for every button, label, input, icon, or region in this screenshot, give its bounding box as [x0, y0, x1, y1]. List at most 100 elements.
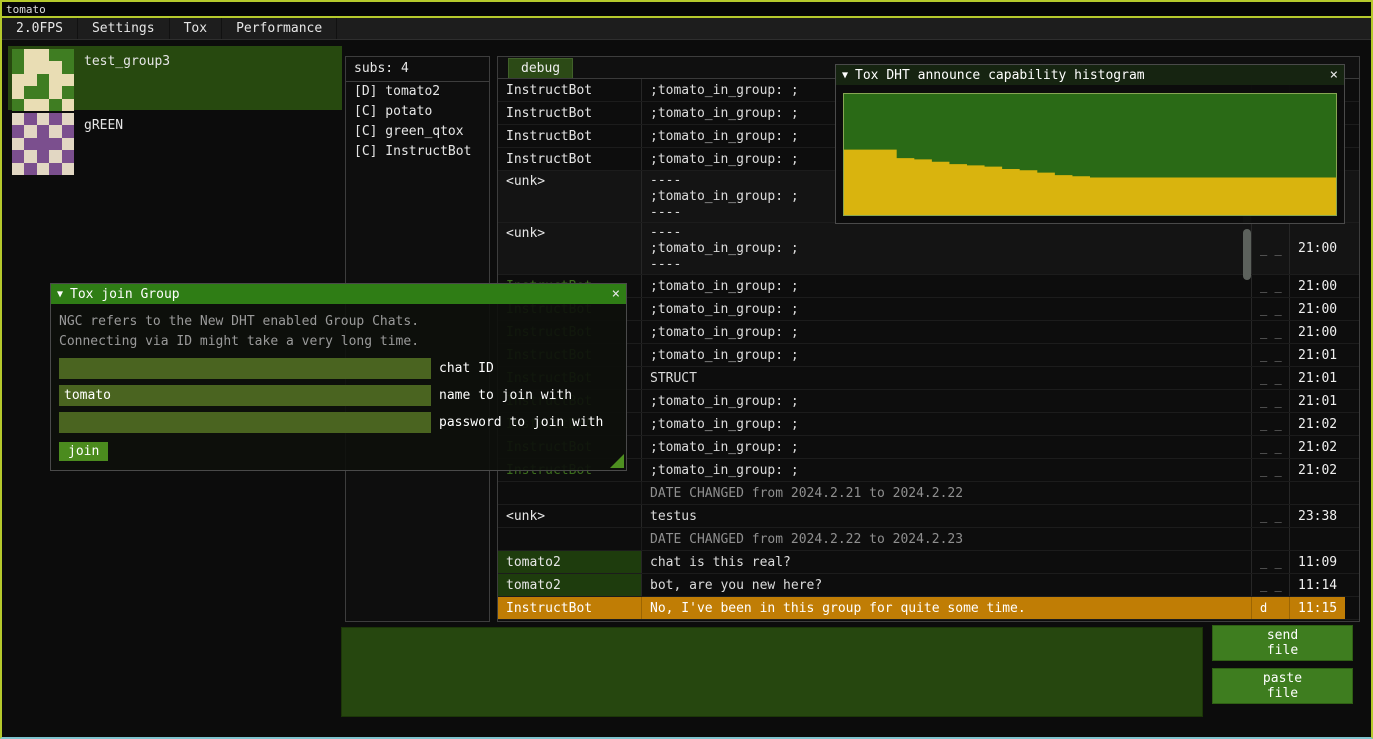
chat-row[interactable]: InstructBot;tomato_in_group: ;_ _21:02 — [498, 459, 1359, 482]
message-status: d — [1251, 597, 1289, 619]
join-name-input[interactable] — [59, 385, 431, 406]
message-time: 21:00 — [1289, 298, 1345, 320]
message-text: No, I've been in this group for quite so… — [641, 597, 1251, 619]
chat-system-row: DATE CHANGED from 2024.2.22 to 2024.2.23 — [498, 528, 1359, 551]
message-status: _ _ — [1251, 344, 1289, 366]
group-item-green[interactable]: gREEN — [8, 110, 342, 174]
subscriber-item[interactable]: [D] tomato2 — [346, 82, 489, 102]
group-item-test_group3[interactable]: test_group3 — [8, 46, 342, 110]
message-scrollbar[interactable] — [1243, 229, 1251, 280]
message-text: STRUCT — [641, 367, 1251, 389]
row-spacer — [1345, 223, 1359, 274]
message-status: _ _ — [1251, 275, 1289, 297]
row-spacer — [1345, 275, 1359, 297]
chat-id-input[interactable] — [59, 358, 431, 379]
message-text: bot, are you new here? — [641, 574, 1251, 596]
subscribers-header: subs: 4 — [346, 57, 489, 82]
chat-row[interactable]: <unk>----;tomato_in_group: ;----_ _21:00 — [498, 223, 1359, 275]
row-spacer — [1345, 125, 1359, 147]
field-label: chat ID — [431, 361, 494, 376]
chat-row[interactable]: <unk>testus_ _23:38 — [498, 505, 1359, 528]
chat-row[interactable]: tomato2bot, are you new here?_ _11:14 — [498, 574, 1359, 597]
row-spacer — [1345, 436, 1359, 458]
message-text: chat is this real? — [641, 551, 1251, 573]
message-author: <unk> — [498, 223, 641, 274]
row-spacer — [1345, 148, 1359, 170]
system-message: DATE CHANGED from 2024.2.22 to 2024.2.23 — [641, 528, 1251, 550]
join-password-input[interactable] — [59, 412, 431, 433]
chat-row[interactable]: tomato2chat is this real?_ _11:09 — [498, 551, 1359, 574]
row-spacer — [1345, 390, 1359, 412]
chat-row[interactable]: InstructBot;tomato_in_group: ;_ _21:00 — [498, 275, 1359, 298]
menu-bar: 2.0FPS Settings Tox Performance — [2, 18, 1371, 40]
message-text: ;tomato_in_group: ; — [641, 321, 1251, 343]
collapse-arrow-icon[interactable]: ▼ — [842, 70, 848, 81]
field-label: password to join with — [431, 415, 603, 430]
message-text: ;tomato_in_group: ; — [641, 459, 1251, 481]
message-author: <unk> — [498, 171, 641, 222]
chat-row[interactable]: InstructBotSTRUCT_ _21:01 — [498, 367, 1359, 390]
subscriber-item[interactable]: [C] green_qtox — [346, 122, 489, 142]
message-time: 11:15 — [1289, 597, 1345, 619]
window-titlebar[interactable]: tomato — [2, 2, 1371, 18]
message-time: 21:01 — [1289, 390, 1345, 412]
chat-row[interactable]: InstructBot;tomato_in_group: ;_ _21:01 — [498, 344, 1359, 367]
message-text: ;tomato_in_group: ; — [641, 436, 1251, 458]
row-spacer — [1345, 597, 1359, 619]
group-avatar — [12, 113, 74, 175]
info-text: Connecting via ID might take a very long… — [59, 332, 618, 352]
group-list: test_group3 gREEN — [8, 46, 342, 174]
message-time: 21:00 — [1289, 321, 1345, 343]
message-time: 21:01 — [1289, 344, 1345, 366]
resize-grip[interactable] — [610, 454, 624, 468]
chat-row[interactable]: InstructBot;tomato_in_group: ;_ _21:01 — [498, 390, 1359, 413]
paste-file-button[interactable]: paste file — [1212, 668, 1353, 704]
join-group-window: ▼ Tox join Group × NGC refers to the New… — [50, 283, 627, 471]
dht-histogram-plot — [843, 93, 1337, 216]
dht-histogram-window: ▼ Tox DHT announce capability histogram … — [835, 64, 1345, 224]
dht-histogram-titlebar[interactable]: ▼ Tox DHT announce capability histogram … — [836, 65, 1344, 85]
message-author: tomato2 — [498, 574, 641, 596]
message-author: InstructBot — [498, 125, 641, 147]
subscriber-item[interactable]: [C] potato — [346, 102, 489, 122]
info-text: NGC refers to the New DHT enabled Group … — [59, 312, 618, 332]
message-author: tomato2 — [498, 551, 641, 573]
message-input[interactable] — [341, 627, 1203, 717]
group-avatar — [12, 49, 74, 111]
message-text: ;tomato_in_group: ; — [641, 275, 1251, 297]
chat-row[interactable]: InstructBot;tomato_in_group: ;_ _21:00 — [498, 298, 1359, 321]
message-status: _ _ — [1251, 436, 1289, 458]
menu-settings[interactable]: Settings — [78, 18, 170, 39]
message-status: _ _ — [1251, 321, 1289, 343]
message-text: ;tomato_in_group: ; — [641, 298, 1251, 320]
message-status: _ _ — [1251, 505, 1289, 527]
join-button[interactable]: join — [59, 442, 108, 461]
tab-debug[interactable]: debug — [508, 58, 573, 78]
message-status: _ _ — [1251, 459, 1289, 481]
window-title: tomato — [6, 3, 46, 16]
join-group-titlebar[interactable]: ▼ Tox join Group × — [51, 284, 626, 304]
join-group-body: NGC refers to the New DHT enabled Group … — [51, 304, 626, 467]
chat-row[interactable]: InstructBot;tomato_in_group: ;_ _21:02 — [498, 413, 1359, 436]
system-message: DATE CHANGED from 2024.2.21 to 2024.2.22 — [641, 482, 1251, 504]
close-icon[interactable]: × — [612, 287, 620, 301]
fps-indicator[interactable]: 2.0FPS — [2, 18, 78, 39]
close-icon[interactable]: × — [1330, 68, 1338, 82]
message-time: 21:01 — [1289, 367, 1345, 389]
chat-row[interactable]: InstructBot;tomato_in_group: ;_ _21:02 — [498, 436, 1359, 459]
row-spacer — [1345, 321, 1359, 343]
window-title: Tox join Group — [70, 287, 180, 302]
menu-performance[interactable]: Performance — [222, 18, 337, 39]
chat-row[interactable]: InstructBot;tomato_in_group: ;_ _21:00 — [498, 321, 1359, 344]
collapse-arrow-icon[interactable]: ▼ — [57, 289, 63, 300]
chat-row-highlighted[interactable]: InstructBotNo, I've been in this group f… — [498, 597, 1359, 620]
row-spacer — [1345, 344, 1359, 366]
message-text: ----;tomato_in_group: ;---- — [641, 223, 1251, 274]
message-author: InstructBot — [498, 148, 641, 170]
message-status: _ _ — [1251, 298, 1289, 320]
message-line: ---- — [650, 225, 1251, 241]
send-file-button[interactable]: send file — [1212, 625, 1353, 661]
message-status: _ _ — [1251, 223, 1289, 274]
menu-tox[interactable]: Tox — [170, 18, 222, 39]
subscriber-item[interactable]: [C] InstructBot — [346, 142, 489, 162]
